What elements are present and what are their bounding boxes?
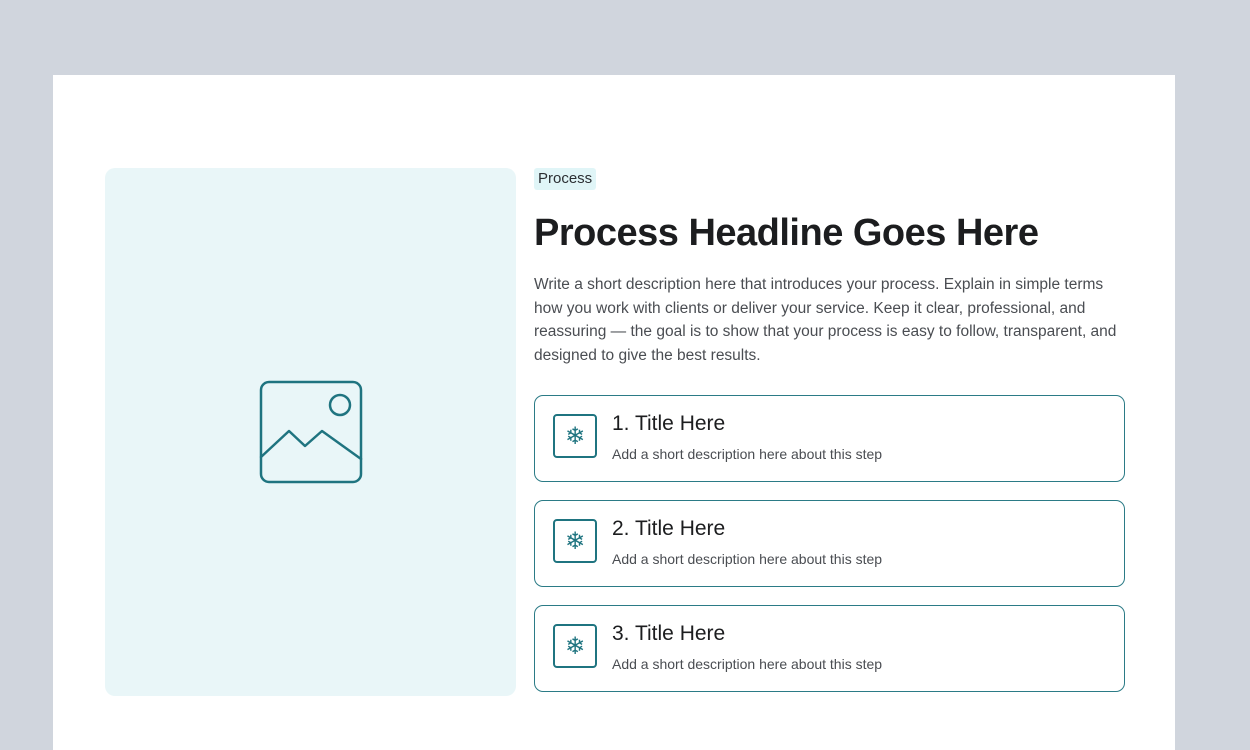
snowflake-icon: ❄ — [553, 414, 597, 458]
step-description: Add a short description here about this … — [612, 656, 883, 672]
step-title: 3. Title Here — [612, 622, 726, 645]
step-description: Add a short description here about this … — [612, 551, 883, 567]
step-card-1[interactable]: ❄ 1. Title Here Add a short description … — [534, 395, 1125, 482]
process-section: Process Process Headline Goes Here Write… — [53, 75, 1175, 750]
image-placeholder-icon — [259, 380, 363, 484]
section-tag: Process — [534, 168, 597, 190]
image-placeholder-panel — [105, 168, 516, 696]
steps-list: ❄ 1. Title Here Add a short description … — [534, 395, 1125, 692]
snowflake-icon: ❄ — [553, 519, 597, 563]
step-card-3[interactable]: ❄ 3. Title Here Add a short description … — [534, 605, 1125, 692]
step-title: 1. Title Here — [612, 412, 726, 435]
process-content: Process Process Headline Goes Here Write… — [534, 168, 1125, 710]
step-card-2[interactable]: ❄ 2. Title Here Add a short description … — [534, 500, 1125, 587]
step-title: 2. Title Here — [612, 517, 726, 540]
snowflake-icon: ❄ — [553, 624, 597, 668]
page-title: Process Headline Goes Here — [534, 212, 1039, 254]
step-description: Add a short description here about this … — [612, 446, 883, 462]
section-description: Write a short description here that intr… — [534, 276, 1117, 364]
